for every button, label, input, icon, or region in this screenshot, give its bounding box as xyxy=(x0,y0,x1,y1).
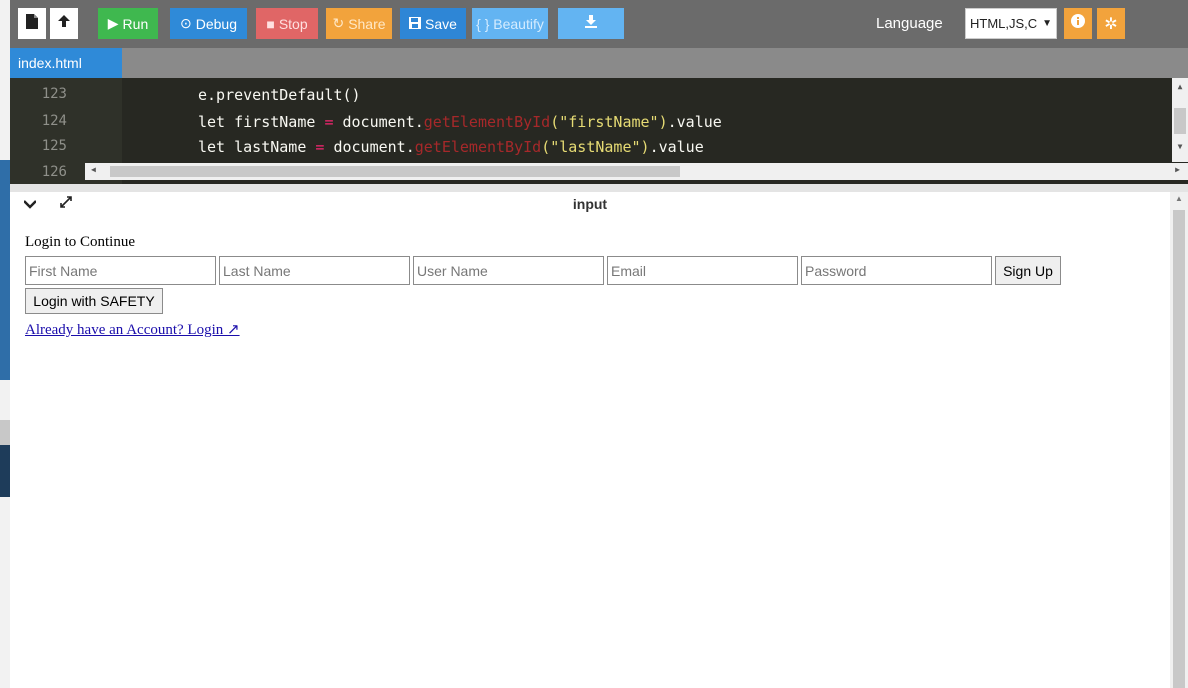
left-strip xyxy=(0,0,10,688)
cloud-upload-icon xyxy=(57,14,71,33)
download-icon xyxy=(585,14,597,33)
left-strip-dark xyxy=(0,445,10,497)
new-file-button[interactable] xyxy=(18,8,46,39)
left-strip-gap xyxy=(0,420,10,445)
language-value: HTML,JS,C xyxy=(970,16,1038,31)
stop-icon: ■ xyxy=(266,15,275,32)
share-button[interactable]: ↻ Share xyxy=(326,8,392,39)
email-input[interactable] xyxy=(607,256,798,285)
tab-index-html[interactable]: index.html xyxy=(10,48,122,78)
output-panel-header: input xyxy=(10,192,1170,216)
share-icon: ↻ xyxy=(332,15,345,31)
output-panel-title: input xyxy=(572,196,608,212)
line-number: 123 xyxy=(41,86,67,102)
first-name-input[interactable] xyxy=(25,256,216,285)
scroll-up-icon[interactable]: ▲ xyxy=(1170,194,1188,203)
left-strip-accent xyxy=(0,160,10,380)
code-line: 125 let lastName = document.getElementBy… xyxy=(10,138,1170,160)
language-select[interactable]: HTML,JS,C ▼ xyxy=(965,8,1057,39)
output-vertical-scrollbar[interactable]: ▲ xyxy=(1170,192,1188,688)
code-text: let firstName = document.getElementById(… xyxy=(198,113,722,131)
scroll-thumb[interactable] xyxy=(1174,108,1186,134)
user-name-input[interactable] xyxy=(413,256,604,285)
scroll-thumb[interactable] xyxy=(110,166,680,177)
code-text: e.preventDefault() xyxy=(198,86,361,104)
scroll-left-icon[interactable]: ◀ xyxy=(91,165,96,174)
save-label: Save xyxy=(425,15,457,32)
chevron-down-icon: ▼ xyxy=(1042,18,1052,29)
password-input[interactable] xyxy=(801,256,992,285)
file-icon xyxy=(26,13,38,34)
run-label: Run xyxy=(122,15,149,32)
code-text: let lastName = document.getElementById("… xyxy=(198,138,704,156)
toolbar: ▶ Run ⊙ Debug ■ Stop ↻ Share Save { } Be… xyxy=(10,0,1188,48)
scroll-thumb[interactable] xyxy=(1173,210,1185,688)
save-button[interactable]: Save xyxy=(400,8,466,39)
scroll-up-icon[interactable]: ▲ xyxy=(1172,82,1188,91)
debug-button[interactable]: ⊙ Debug xyxy=(170,8,247,39)
gear-icon: ✲ xyxy=(1104,15,1118,33)
line-number: 126 xyxy=(41,164,67,180)
download-button[interactable] xyxy=(558,8,624,39)
settings-button[interactable]: ✲ xyxy=(1097,8,1125,39)
upload-button[interactable] xyxy=(50,8,78,39)
code-editor[interactable]: 123 e.preventDefault() 124 let firstName… xyxy=(10,78,1188,184)
stop-label: Stop xyxy=(278,15,308,32)
line-number: 124 xyxy=(41,113,67,129)
save-icon xyxy=(409,16,422,32)
file-tab-bar: index.html xyxy=(10,48,1188,78)
output-panel: Login to Continue Sign Up Login with SAF… xyxy=(10,216,1170,688)
debug-label: Debug xyxy=(195,15,237,32)
scroll-right-icon[interactable]: ▶ xyxy=(1175,165,1180,174)
beautify-button[interactable]: { } Beautify xyxy=(472,8,548,39)
login-heading: Login to Continue xyxy=(25,234,135,250)
stop-button[interactable]: ■ Stop xyxy=(256,8,318,39)
sign-up-button[interactable]: Sign Up xyxy=(995,256,1061,285)
info-icon xyxy=(1071,14,1085,33)
code-line: 124 let firstName = document.getElementB… xyxy=(10,113,1170,135)
scroll-down-icon[interactable]: ▼ xyxy=(1172,142,1188,151)
code-line: 123 e.preventDefault() xyxy=(10,86,1170,108)
share-label: Share xyxy=(348,15,386,32)
panel-divider[interactable] xyxy=(10,184,1188,192)
login-link[interactable]: Already have an Account? Login ↗ xyxy=(25,320,240,339)
last-name-input[interactable] xyxy=(219,256,410,285)
login-with-safety-button[interactable]: Login with SAFETY xyxy=(25,288,163,314)
beautify-label: { } Beautify xyxy=(476,15,544,32)
info-button[interactable] xyxy=(1064,8,1092,39)
run-button[interactable]: ▶ Run xyxy=(98,8,158,39)
play-icon: ▶ xyxy=(107,15,119,31)
debug-icon: ⊙ xyxy=(180,15,192,31)
language-label: Language xyxy=(876,15,943,32)
editor-horizontal-scrollbar[interactable]: ◀ ▶ xyxy=(85,163,1188,180)
line-number: 125 xyxy=(41,138,67,154)
editor-app: ▶ Run ⊙ Debug ■ Stop ↻ Share Save { } Be… xyxy=(0,0,1188,688)
editor-vertical-scrollbar[interactable]: ▲ ▼ xyxy=(1172,78,1188,162)
